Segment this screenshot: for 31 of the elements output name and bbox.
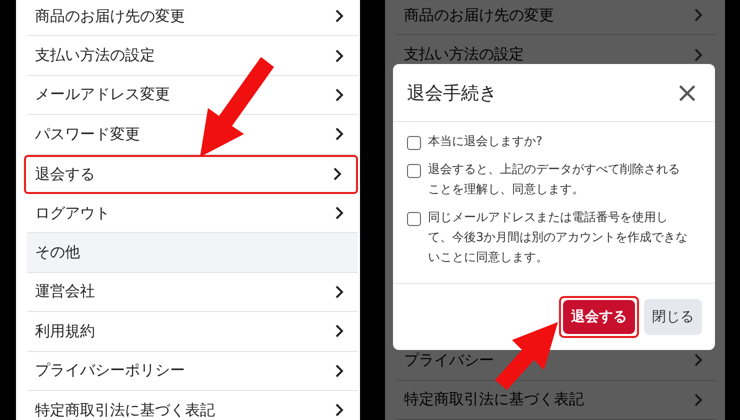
menu-item[interactable]: プライバシーポリシー: [27, 352, 358, 391]
menu-item[interactable]: 特定商取引法に基づく表記: [27, 390, 358, 420]
chevron-icon: [333, 167, 342, 182]
dialog-title: 退会手続き: [407, 82, 497, 104]
chevron-icon: [335, 127, 344, 142]
checkbox[interactable]: [407, 164, 421, 178]
chevron-icon: [335, 88, 344, 102]
chevron-icon: [335, 324, 344, 338]
checkbox-label: 退会すると、上記のデータがすべて削除されることを理解し、同意します。: [428, 161, 681, 198]
menu-item[interactable]: 運営会社: [27, 272, 358, 312]
checkbox-label: 同じメールアドレスまたは電話番号を使用して、今後3か月間は別のアカウントを作成できないことに同意します。: [428, 209, 689, 266]
chevron-icon: [694, 8, 703, 22]
chevron-icon: [335, 9, 344, 24]
chevron-icon: [335, 48, 344, 63]
chevron-icon: [335, 206, 344, 220]
chevron-icon: [335, 284, 344, 299]
checkbox[interactable]: [407, 136, 421, 150]
menu-item[interactable]: 退会する: [24, 154, 358, 194]
withdraw-button[interactable]: 退会する: [563, 300, 635, 334]
close-button[interactable]: ×: [670, 78, 705, 106]
checkbox[interactable]: [407, 212, 421, 226]
section-header: その他: [27, 233, 358, 273]
chevron-icon: [694, 353, 703, 368]
checkbox-label: 本当に退会しますか?: [428, 133, 544, 150]
menu-item[interactable]: 利用規約: [27, 312, 358, 352]
chevron-icon: [694, 392, 703, 407]
chevron-icon: [694, 48, 703, 62]
chevron-icon: [335, 403, 344, 418]
menu-item[interactable]: 商品のお届け先の変更: [27, 0, 358, 36]
chevron-icon: [335, 364, 344, 378]
close-dialog-button[interactable]: 閉じる: [644, 299, 702, 335]
